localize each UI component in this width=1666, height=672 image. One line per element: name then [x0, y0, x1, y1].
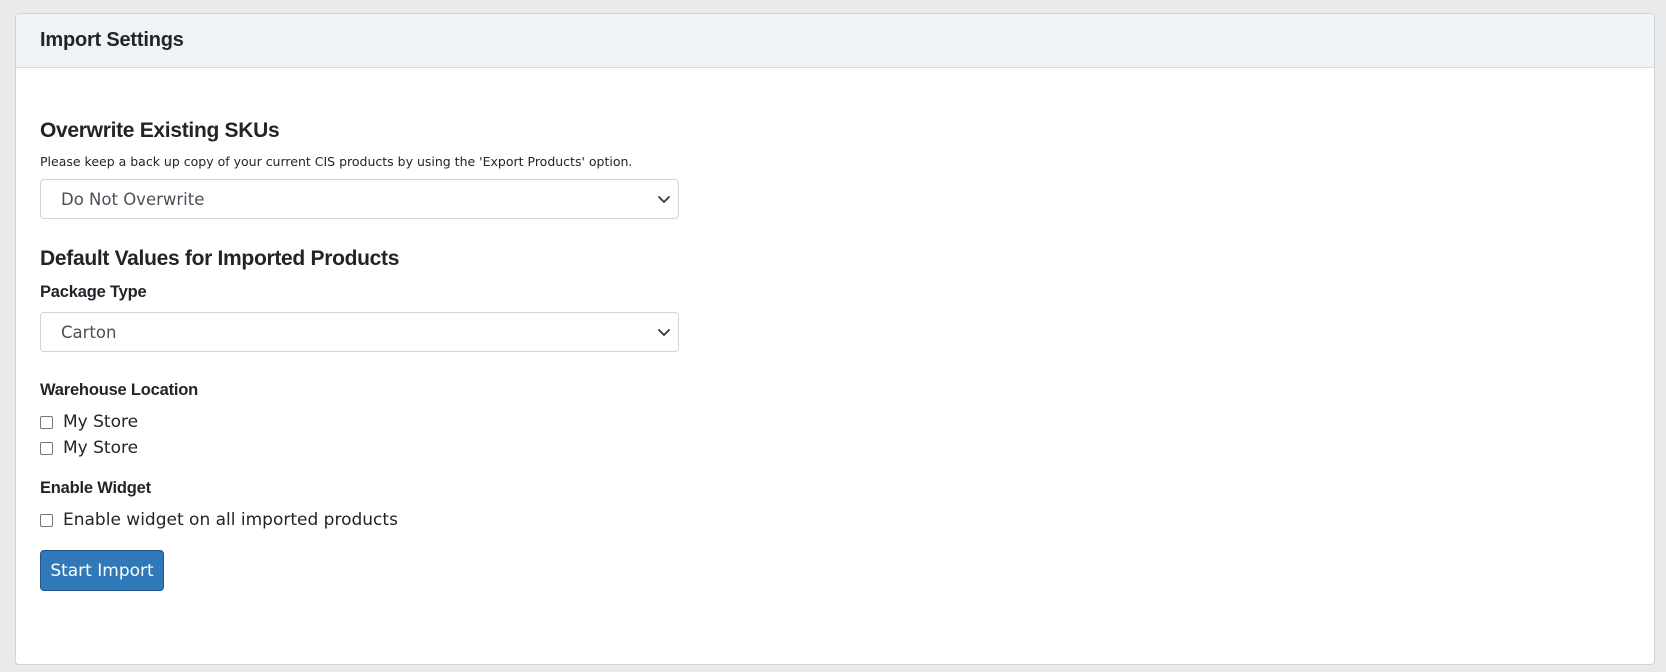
card-title: Import Settings — [40, 29, 184, 51]
package-type-select[interactable]: Carton — [40, 312, 679, 352]
card-header: Import Settings — [16, 14, 1654, 68]
chevron-down-icon — [658, 329, 670, 336]
defaults-heading: Default Values for Imported Products — [40, 247, 400, 270]
overwrite-heading: Overwrite Existing SKUs — [40, 119, 280, 142]
warehouse-option-1-label: My Store — [63, 412, 139, 432]
import-settings-card: Import Settings Overwrite Existing SKUs … — [15, 13, 1655, 665]
enable-widget-checkbox[interactable] — [40, 513, 53, 527]
overwrite-select[interactable]: Do Not Overwrite — [40, 179, 679, 219]
enable-widget-option[interactable]: Enable widget on all imported products — [40, 510, 398, 530]
package-type-label: Package Type — [40, 283, 147, 301]
package-type-select-value: Carton — [61, 322, 117, 342]
warehouse-option-2[interactable]: My Store — [40, 438, 138, 458]
overwrite-select-value: Do Not Overwrite — [61, 189, 205, 209]
chevron-down-icon — [658, 196, 670, 203]
warehouse-option-1-checkbox[interactable] — [40, 415, 53, 429]
warehouse-option-2-label: My Store — [63, 438, 139, 458]
overwrite-help-text: Please keep a back up copy of your curre… — [40, 154, 633, 169]
warehouse-location-label: Warehouse Location — [40, 381, 199, 399]
enable-widget-label: Enable Widget — [40, 479, 151, 497]
enable-widget-option-label: Enable widget on all imported products — [63, 510, 398, 530]
warehouse-option-2-checkbox[interactable] — [40, 441, 53, 455]
start-import-button[interactable]: Start Import — [40, 550, 164, 591]
warehouse-option-1[interactable]: My Store — [40, 412, 138, 432]
